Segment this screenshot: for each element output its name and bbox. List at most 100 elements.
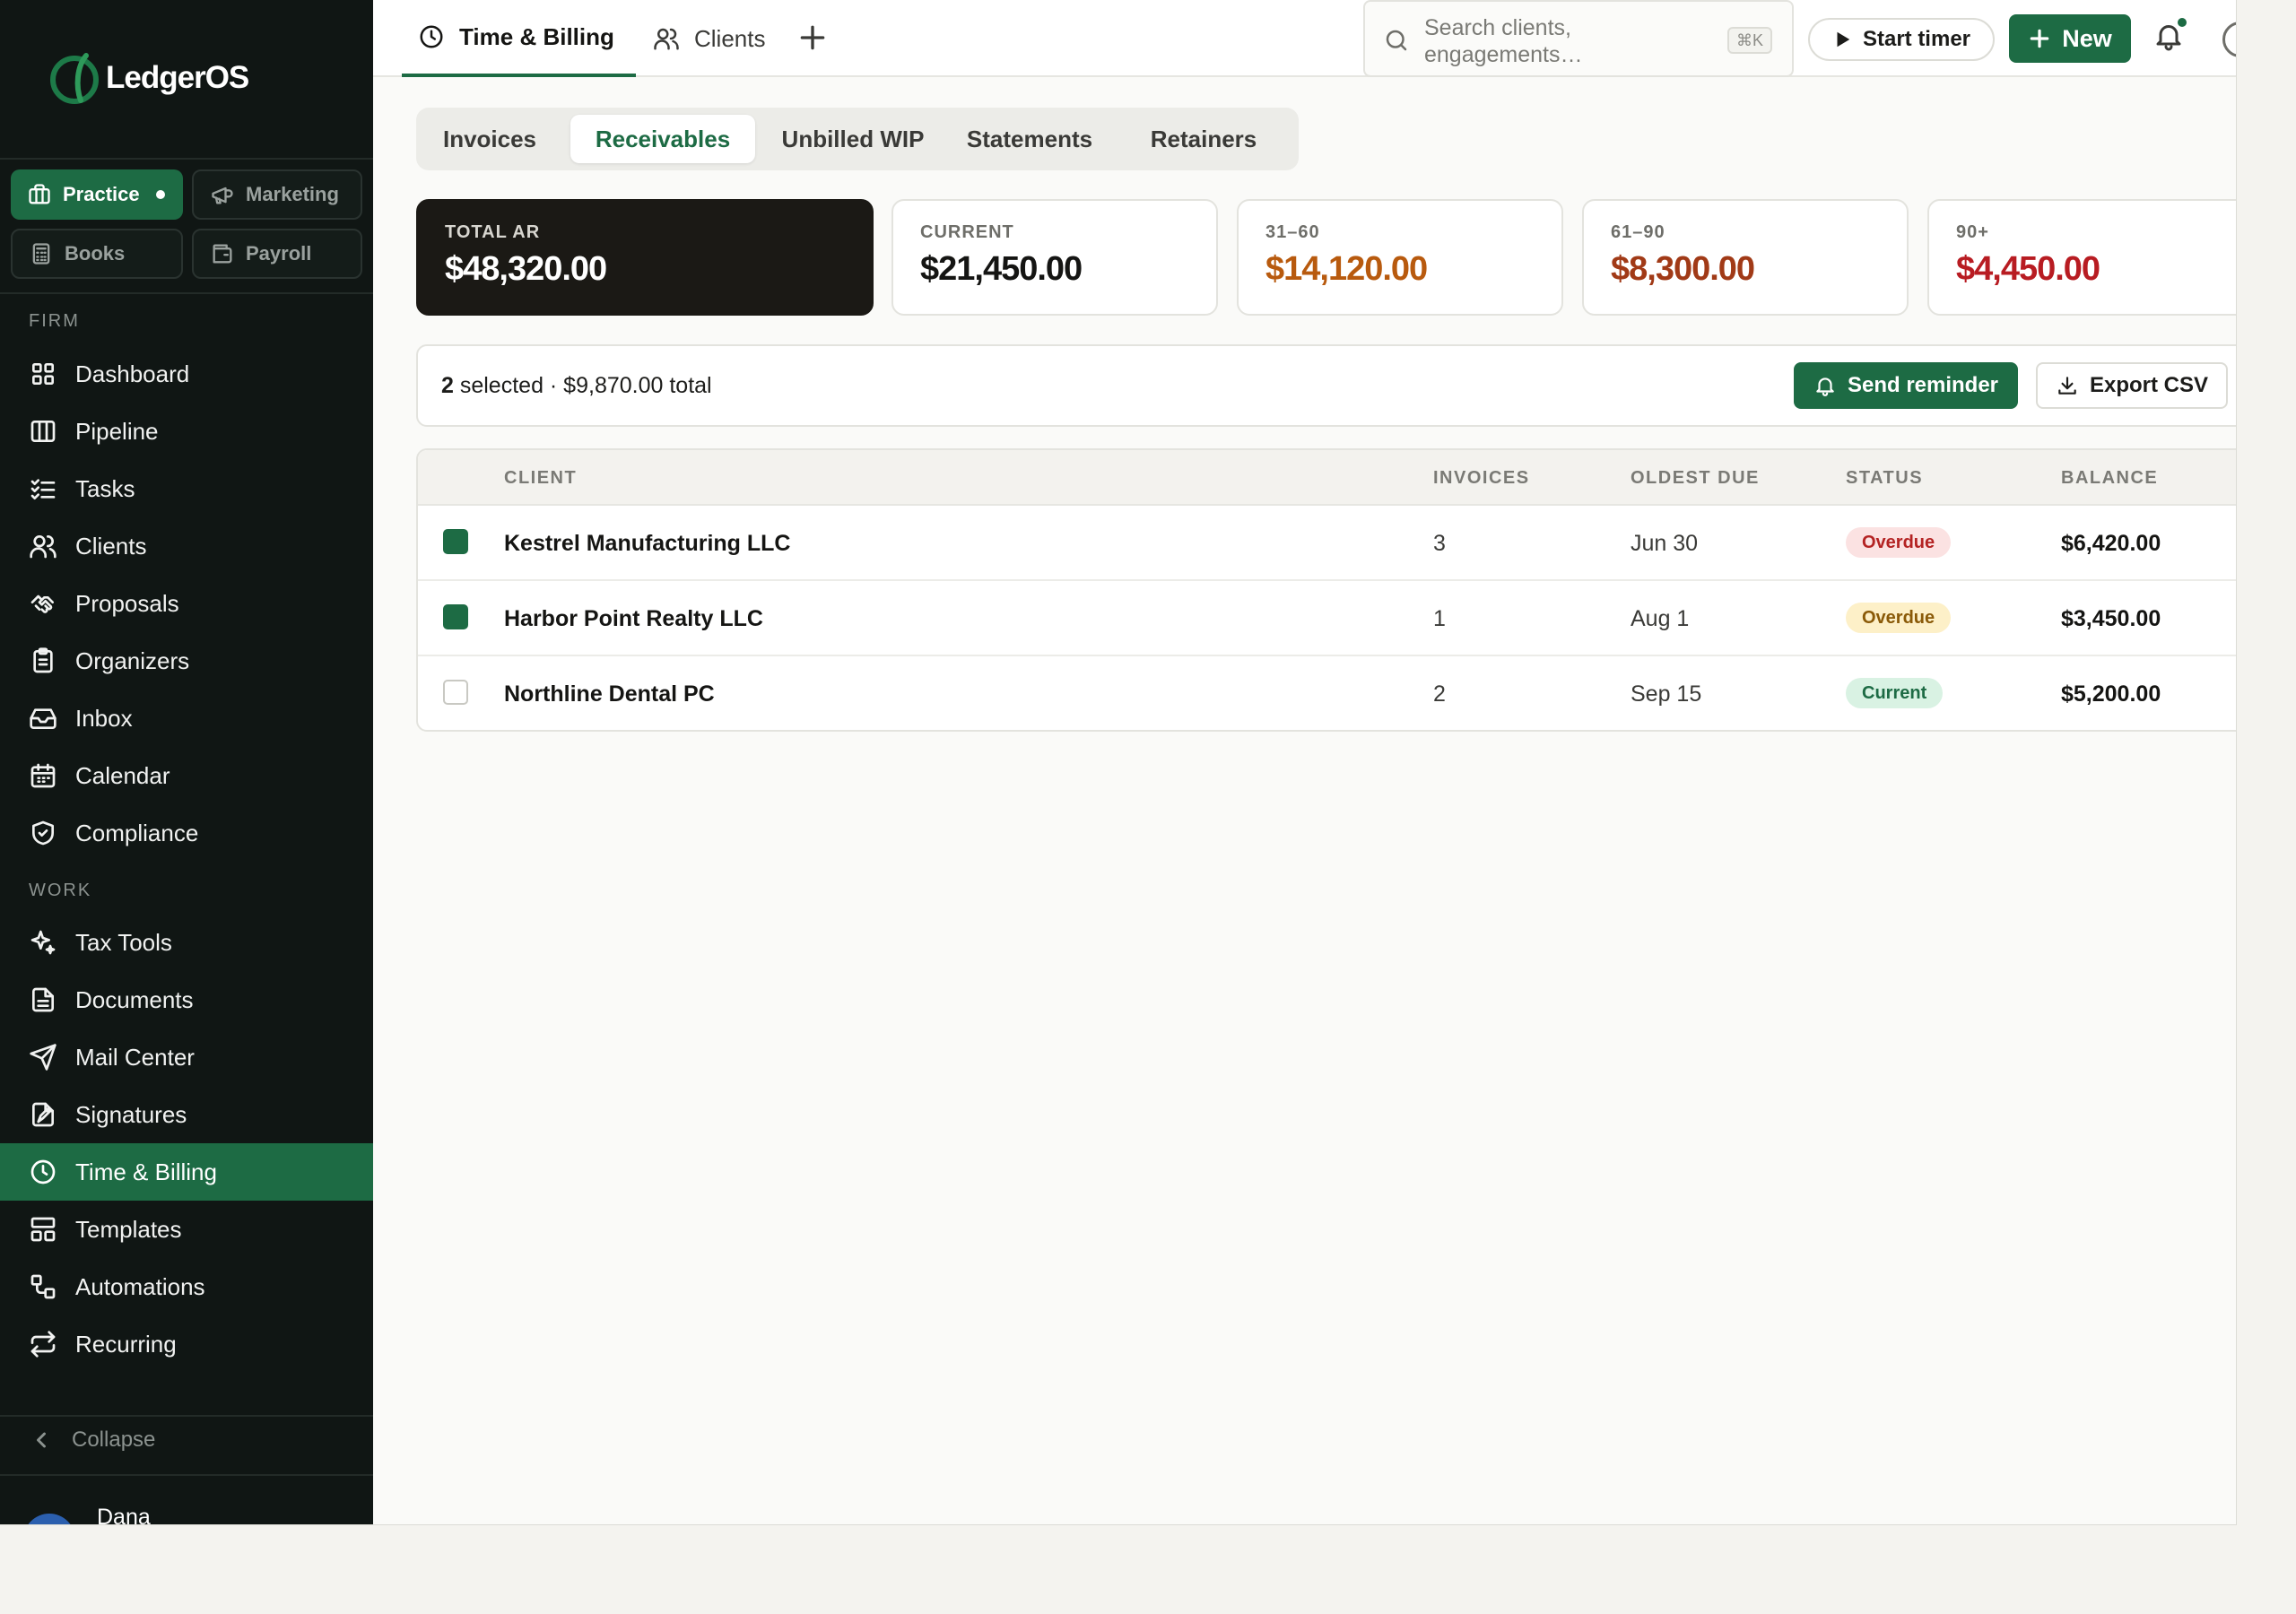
invoice-count: 3: [1433, 531, 1446, 556]
sidebar-divider: [0, 158, 373, 160]
subtab-invoices[interactable]: Invoices: [425, 115, 554, 163]
sidebar-divider: [0, 1415, 373, 1417]
nav-label: Mail Center: [75, 1043, 195, 1071]
nav-item-inbox[interactable]: Inbox: [0, 690, 373, 747]
stat-card-total-ar[interactable]: TOTAL AR $48,320.00: [416, 199, 874, 316]
stat-card-current[interactable]: CURRENT $21,450.00: [891, 199, 1218, 316]
export-csv-button[interactable]: Export CSV: [2036, 362, 2228, 409]
client-name[interactable]: Northline Dental PC: [504, 681, 715, 707]
table-row[interactable]: Harbor Point Realty LLC 1 Aug 1 Overdue …: [418, 581, 2236, 656]
user-name: Dana: [97, 1505, 151, 1525]
module-practice[interactable]: Practice: [11, 169, 183, 220]
table-row[interactable]: Northline Dental PC 2 Sep 15 Current $5,…: [418, 656, 2236, 730]
client-name[interactable]: Kestrel Manufacturing LLC: [504, 531, 790, 557]
sidebar-divider: [0, 1474, 373, 1476]
stat-card-61-90[interactable]: 61–90 $8,300.00: [1582, 199, 1909, 316]
nav-label: Recurring: [75, 1330, 177, 1358]
table-row[interactable]: Kestrel Manufacturing LLC 3 Jun 30 Overd…: [418, 506, 2236, 581]
subtab-statements[interactable]: Statements: [951, 115, 1109, 163]
nav-item-clients[interactable]: Clients: [0, 517, 373, 575]
bell-icon: [1816, 377, 1834, 396]
nav-label: Tasks: [75, 474, 135, 502]
nav-label: Templates: [75, 1215, 182, 1243]
column-header-invoices[interactable]: INVOICES: [1433, 468, 1530, 489]
nav-item-templates[interactable]: Templates: [0, 1201, 373, 1258]
clock-icon: [420, 25, 443, 48]
nav-label: Tax Tools: [75, 928, 172, 956]
users-icon: [30, 535, 57, 559]
nav-item-calendar[interactable]: Calendar: [0, 747, 373, 804]
tab-clients[interactable]: Clients: [653, 0, 765, 77]
wallet-icon: [213, 244, 232, 264]
stat-value: $8,300.00: [1611, 250, 1755, 288]
subtab-unbilled-wip[interactable]: Unbilled WIP: [766, 115, 940, 163]
new-button[interactable]: New: [2009, 14, 2131, 63]
avatar[interactable]: [23, 1514, 75, 1524]
nav-item-tax-tools[interactable]: Tax Tools: [0, 914, 373, 971]
selected-count: 2: [441, 373, 454, 398]
column-header-balance[interactable]: BALANCE: [2061, 468, 2158, 489]
nav-label: Clients: [75, 532, 147, 560]
notifications-button[interactable]: [2152, 16, 2188, 56]
add-tab-icon[interactable]: [795, 20, 831, 56]
row-checkbox[interactable]: [443, 529, 468, 554]
nav-item-mail-center[interactable]: Mail Center: [0, 1028, 373, 1086]
nav-item-signatures[interactable]: Signatures: [0, 1086, 373, 1143]
stat-card-90-plus[interactable]: 90+ $4,450.00: [1927, 199, 2236, 316]
start-timer-label: Start timer: [1862, 27, 1971, 51]
send-reminder-button[interactable]: Send reminder: [1794, 362, 2018, 409]
nav-item-pipeline[interactable]: Pipeline: [0, 403, 373, 460]
layout-icon: [30, 1217, 56, 1242]
row-checkbox[interactable]: [443, 604, 468, 629]
start-timer-button[interactable]: Start timer: [1808, 18, 1995, 61]
clock-icon: [30, 1159, 56, 1184]
stat-label: CURRENT: [920, 222, 1014, 242]
shield-icon: [32, 820, 54, 846]
search-shortcut: ⌘K: [1727, 27, 1773, 54]
invoice-count: 2: [1433, 681, 1446, 707]
stat-label: 90+: [1956, 222, 1989, 242]
nav-item-recurring[interactable]: Recurring: [0, 1315, 373, 1373]
nav-label: Proposals: [75, 589, 179, 617]
collapse-button[interactable]: Collapse: [29, 1427, 155, 1453]
signature-icon: [32, 1102, 54, 1127]
brand-logo[interactable]: LedgerOS: [50, 50, 249, 106]
subtab-receivables[interactable]: Receivables: [570, 115, 755, 163]
client-name[interactable]: Harbor Point Realty LLC: [504, 606, 763, 632]
nav-item-time-billing[interactable]: Time & Billing: [0, 1143, 373, 1201]
inbox-icon: [30, 708, 57, 729]
nav-item-compliance[interactable]: Compliance: [0, 804, 373, 862]
nav-label: Organizers: [75, 646, 190, 674]
nav-item-tasks[interactable]: Tasks: [0, 460, 373, 517]
top-bar: Time & Billing Clients Search clients, e…: [373, 0, 2236, 77]
search-input[interactable]: Search clients, engagements… ⌘K: [1363, 0, 1794, 77]
nav-label: Calendar: [75, 761, 170, 789]
tab-time-billing[interactable]: Time & Billing: [402, 0, 636, 77]
nav-item-proposals[interactable]: Proposals: [0, 575, 373, 632]
nav-item-documents[interactable]: Documents: [0, 971, 373, 1028]
column-header-status[interactable]: STATUS: [1846, 468, 1923, 489]
nav-item-dashboard[interactable]: Dashboard: [0, 345, 373, 403]
row-checkbox[interactable]: [443, 680, 468, 705]
subtab-retainers[interactable]: Retainers: [1123, 115, 1284, 163]
help-icon[interactable]: [2222, 22, 2236, 57]
tab-label: Clients: [694, 24, 766, 52]
balance: $5,200.00: [2061, 681, 2161, 707]
nav-item-organizers[interactable]: Organizers: [0, 632, 373, 690]
module-payroll[interactable]: Payroll: [192, 229, 362, 279]
billing-subtabs: Invoices Receivables Unbilled WIP Statem…: [416, 108, 1299, 170]
tab-label: Time & Billing: [459, 22, 614, 50]
nav-item-automations[interactable]: Automations: [0, 1258, 373, 1315]
module-marketing[interactable]: Marketing: [192, 169, 362, 220]
column-header-client[interactable]: CLIENT: [504, 468, 577, 489]
status-badge: Overdue: [1846, 603, 1952, 633]
download-icon: [2058, 377, 2076, 395]
nav-label: Automations: [75, 1272, 205, 1300]
module-books[interactable]: Books: [11, 229, 183, 279]
search-icon: [1386, 30, 1407, 51]
stat-card-31-60[interactable]: 31–60 $14,120.00: [1237, 199, 1563, 316]
selection-bar: 2 selected · $9,870.00 total Send remind…: [416, 344, 2236, 427]
export-csv-label: Export CSV: [2089, 373, 2209, 397]
sidebar: LedgerOS Practice Marketing Books Payrol…: [0, 0, 373, 1525]
column-header-oldest-due[interactable]: OLDEST DUE: [1631, 468, 1760, 489]
